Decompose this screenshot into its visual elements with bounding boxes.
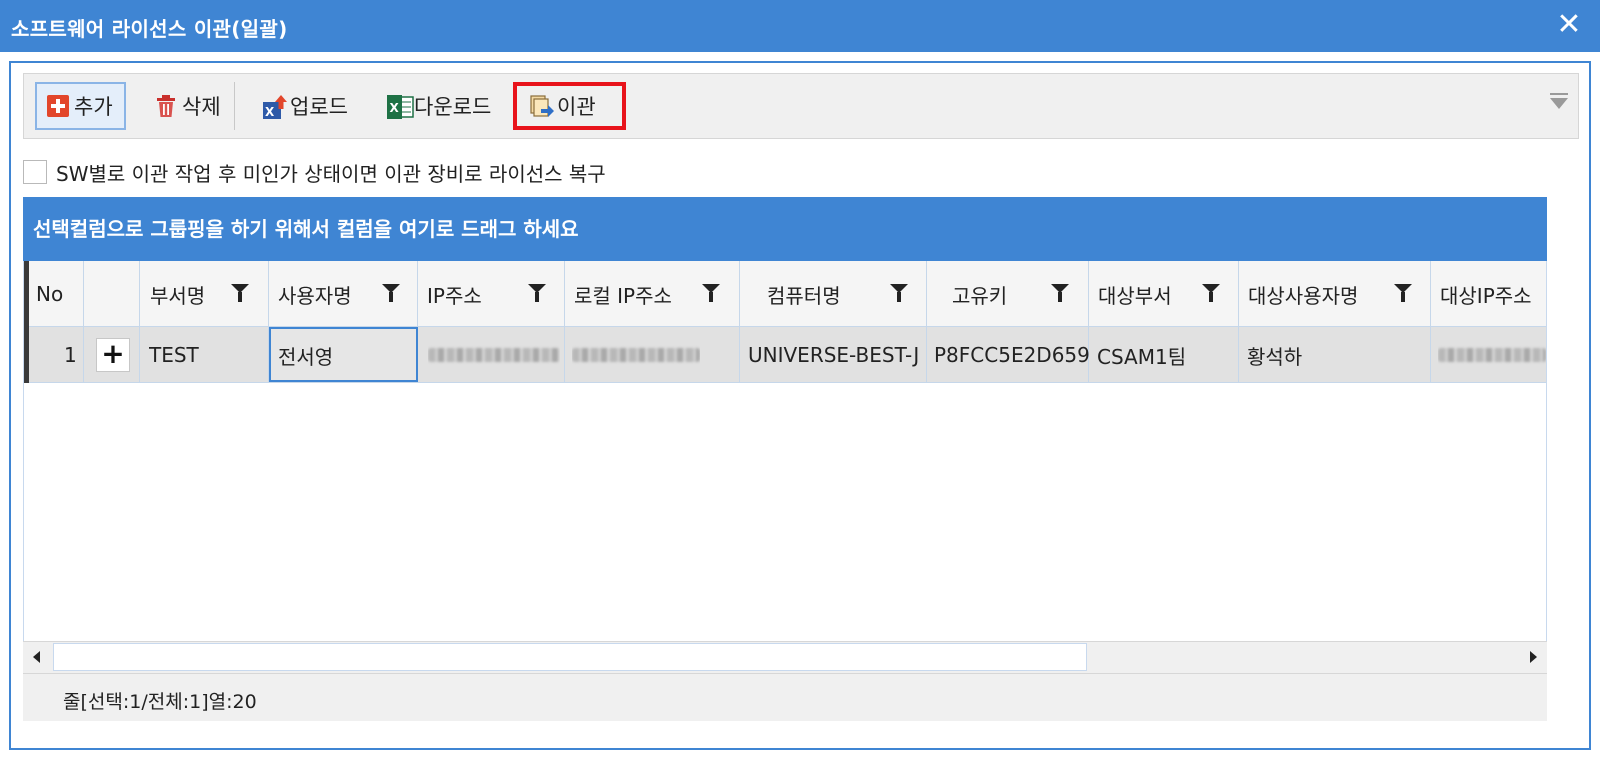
column-divider (1238, 261, 1239, 383)
column-header-user[interactable]: 사용자명 (278, 261, 352, 327)
row-indicator (24, 261, 29, 383)
download-button[interactable]: X 다운로드 (376, 82, 516, 130)
cell-ip-redacted[interactable] (428, 327, 560, 383)
horizontal-scrollbar[interactable] (23, 641, 1547, 673)
column-divider (1430, 261, 1431, 383)
excel-icon: X (386, 94, 414, 119)
filter-icon[interactable] (702, 284, 720, 304)
cell-target-user[interactable]: 황석하 (1247, 327, 1302, 383)
filter-icon[interactable] (231, 284, 249, 304)
cell-local-ip-redacted[interactable] (572, 327, 700, 383)
column-header-ip[interactable]: IP주소 (427, 261, 482, 327)
column-header-target-dept[interactable]: 대상부서 (1098, 261, 1172, 327)
restore-checkbox[interactable] (23, 160, 47, 184)
delete-button-label: 삭제 (182, 95, 221, 119)
close-icon[interactable]: ✕ (1552, 8, 1586, 42)
transfer-button[interactable]: 이관 (513, 82, 626, 130)
scroll-left-icon[interactable] (23, 642, 53, 672)
transfer-icon (529, 94, 554, 118)
column-divider (564, 261, 565, 383)
status-bar: 줄[선택:1/전체:1]열:20 (23, 673, 1547, 721)
cell-dept[interactable]: TEST (149, 327, 199, 383)
restore-option: SW별로 이관 작업 후 미인가 상태이면 이관 장비로 라이선스 복구 (23, 159, 606, 186)
upload-button-label: 업로드 (290, 95, 348, 119)
column-header-computer[interactable]: 컴퓨터명 (767, 261, 841, 327)
add-button-label: 추가 (74, 95, 113, 119)
group-by-panel[interactable]: 선택컬럼으로 그룹핑을 하기 위해서 컬럼을 여기로 드래그 하세요 (23, 197, 1547, 261)
column-header-key[interactable]: 고유키 (952, 261, 1007, 327)
scroll-right-icon[interactable] (1517, 642, 1547, 672)
redacted-target-ip-value (1438, 348, 1546, 362)
column-divider (139, 261, 140, 383)
filter-icon[interactable] (528, 284, 546, 304)
dialog-body: 추가 삭제 X 업로드 X 다운로드 이관 SW별로 이관 작업 후 미인가 상… (9, 61, 1591, 750)
redacted-ip-value (428, 348, 560, 362)
filter-icon[interactable] (890, 284, 908, 304)
restore-option-label: SW별로 이관 작업 후 미인가 상태이면 이관 장비로 라이선스 복구 (56, 161, 606, 186)
transfer-button-label: 이관 (557, 95, 596, 119)
column-header-target-user[interactable]: 대상사용자명 (1248, 261, 1358, 327)
trash-icon (154, 94, 178, 118)
data-grid: No 부서명 사용자명 IP주소 로컬 IP주소 컴퓨터명 고유키 대상부서 대… (23, 261, 1547, 674)
svg-text:X: X (265, 105, 275, 119)
filter-icon[interactable] (1394, 284, 1412, 304)
toolbar-overflow-icon[interactable] (1550, 93, 1568, 109)
column-header-no[interactable]: No (36, 261, 63, 327)
cell-key[interactable]: P8FCC5E2D659 (934, 327, 1090, 383)
column-divider (83, 261, 84, 383)
cell-target-dept[interactable]: CSAM1팀 (1097, 327, 1186, 383)
plus-icon (46, 94, 70, 118)
redacted-local-ip-value (572, 348, 700, 362)
title-bar: 소프트웨어 라이선스 이관(일괄) ✕ (0, 0, 1600, 52)
cell-computer[interactable]: UNIVERSE-BEST-J (748, 327, 919, 383)
dialog-window: 소프트웨어 라이선스 이관(일괄) ✕ 추가 삭제 X 업로드 X 다운로드 이… (0, 0, 1600, 757)
column-header-dept[interactable]: 부서명 (150, 261, 205, 327)
cell-no: 1 (64, 343, 77, 367)
column-header-target-ip[interactable]: 대상IP주소 (1440, 261, 1532, 327)
filter-icon[interactable] (1051, 284, 1069, 304)
upload-icon: X (262, 94, 287, 119)
window-title: 소프트웨어 라이선스 이관(일괄) (11, 17, 288, 41)
download-button-label: 다운로드 (414, 95, 492, 119)
column-divider (739, 261, 740, 383)
expand-row-button[interactable]: + (96, 338, 130, 372)
cell-user[interactable]: 전서영 (278, 327, 333, 383)
column-header-local-ip[interactable]: 로컬 IP주소 (574, 261, 672, 327)
svg-text:X: X (390, 101, 400, 115)
status-text: 줄[선택:1/전체:1]열:20 (63, 691, 257, 713)
upload-button[interactable]: X 업로드 (251, 82, 371, 130)
add-button[interactable]: 추가 (35, 82, 126, 130)
filter-icon[interactable] (382, 284, 400, 304)
delete-button[interactable]: 삭제 (144, 82, 240, 130)
column-divider (926, 261, 927, 383)
filter-icon[interactable] (1202, 284, 1220, 304)
scrollbar-thumb[interactable] (53, 643, 1087, 671)
toolbar: 추가 삭제 X 업로드 X 다운로드 이관 (23, 73, 1579, 139)
cell-target-ip-redacted[interactable] (1438, 327, 1546, 383)
toolbar-divider (234, 82, 235, 130)
